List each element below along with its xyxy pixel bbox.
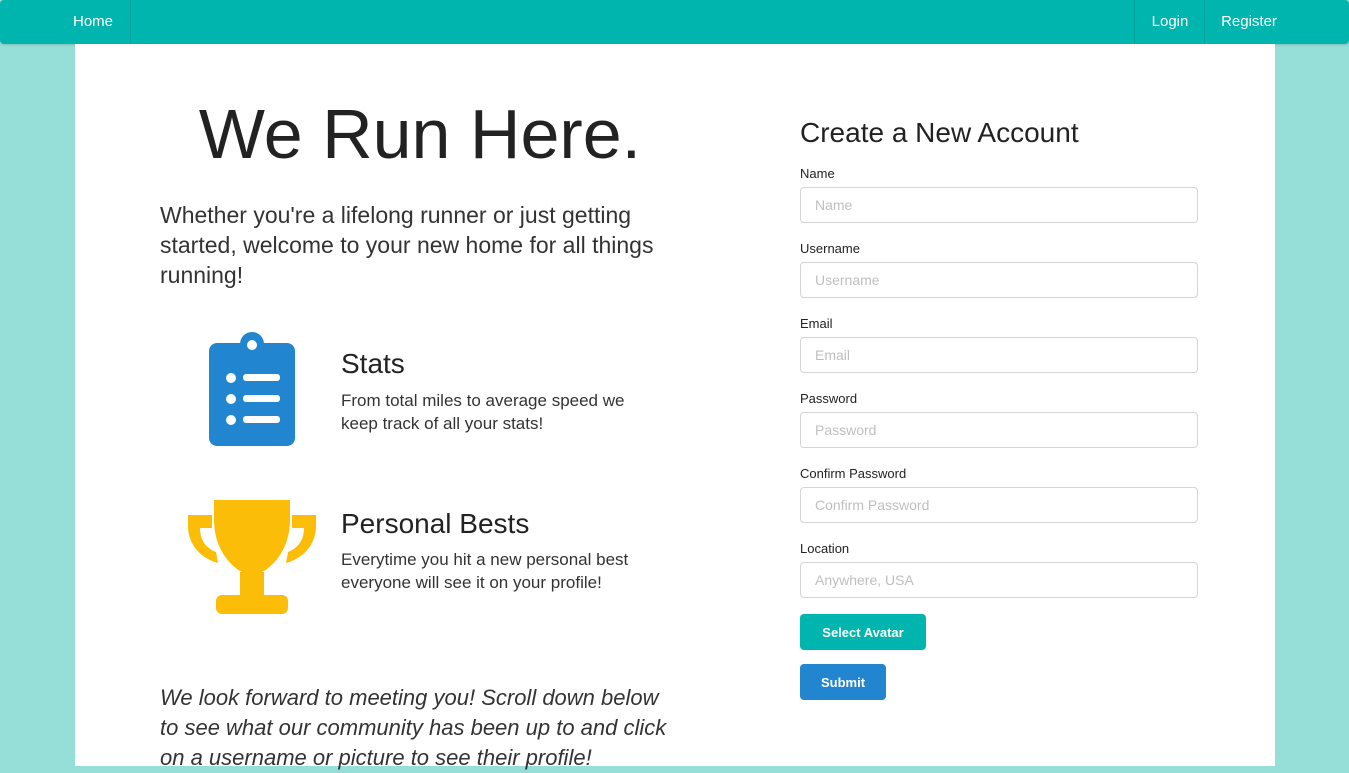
trophy-icon (188, 500, 316, 614)
top-navbar: Home Login Register (0, 0, 1349, 44)
email-input[interactable] (800, 337, 1198, 373)
name-label: Name (800, 166, 835, 181)
nav-register-link[interactable]: Register (1204, 0, 1293, 44)
username-label: Username (800, 241, 860, 256)
select-avatar-button[interactable]: Select Avatar (800, 614, 926, 650)
closing-text: We look forward to meeting you! Scroll d… (160, 685, 667, 770)
main-container: We Run Here. Whether you're a lifelong r… (75, 44, 1275, 770)
hero-title: We Run Here. (198, 95, 642, 173)
password-input[interactable] (800, 412, 1198, 448)
clipboard-list-icon (209, 332, 295, 446)
intro-text: Whether you're a lifelong runner or just… (160, 202, 654, 288)
confirm-password-label: Confirm Password (800, 466, 907, 481)
submit-button[interactable]: Submit (800, 664, 886, 700)
personal-bests-description: Everytime you hit a new personal best ev… (341, 550, 629, 592)
nav-home-link[interactable]: Home (56, 0, 131, 44)
email-label: Email (800, 316, 833, 331)
location-label: Location (800, 541, 850, 556)
stats-title: Stats (341, 348, 405, 379)
stats-description: From total miles to average speed we kee… (341, 391, 625, 433)
location-input[interactable] (800, 562, 1198, 598)
nav-login-link[interactable]: Login (1134, 0, 1205, 44)
form-title: Create a New Account (800, 117, 1079, 148)
personal-bests-title: Personal Bests (341, 508, 530, 539)
username-input[interactable] (800, 262, 1198, 298)
confirm-password-input[interactable] (800, 487, 1198, 523)
password-label: Password (800, 391, 858, 406)
name-input[interactable] (800, 187, 1198, 223)
